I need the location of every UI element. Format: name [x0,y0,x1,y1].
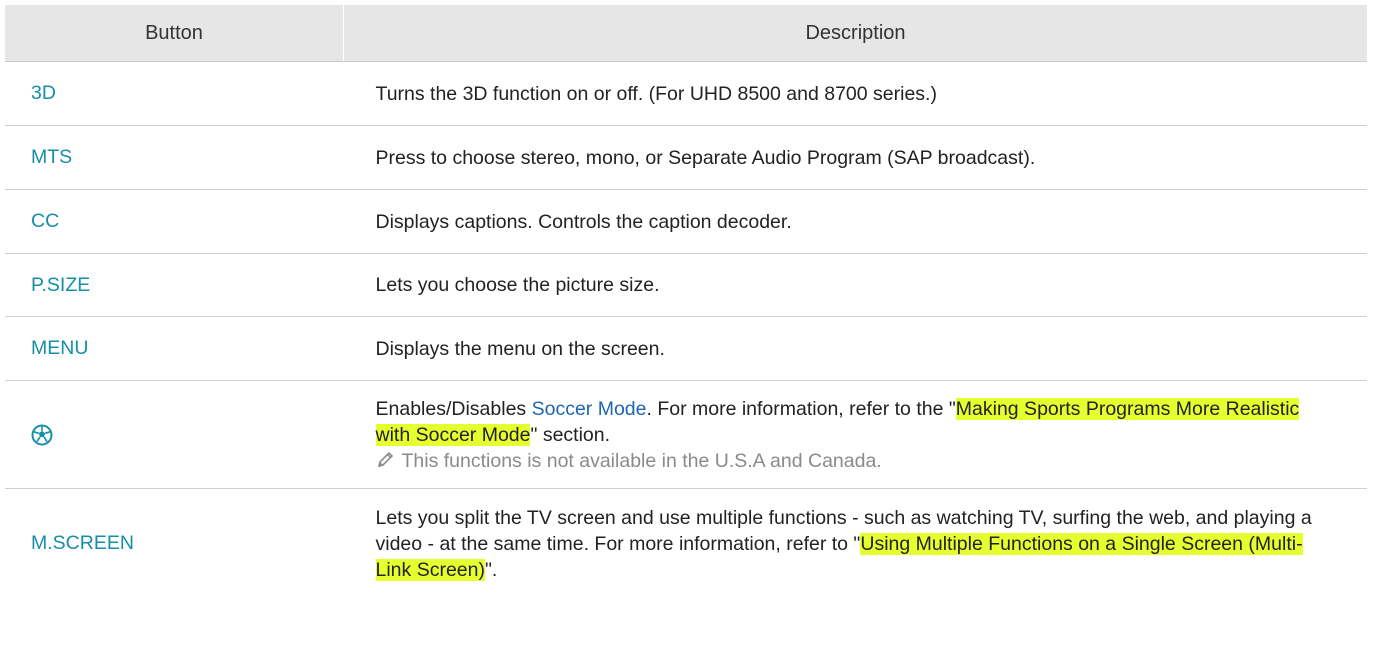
button-name: 3D [5,61,344,126]
soccer-description: Enables/Disables Soccer Mode. For more i… [375,397,1300,446]
button-name: CC [5,189,344,254]
availability-note: This functions is not available in the U… [376,448,1332,474]
button-name [5,380,344,489]
table-row: CC Displays captions. Controls the capti… [5,189,1367,254]
table-row: P.SIZE Lets you choose the picture size. [5,253,1367,317]
button-name: M.SCREEN [31,532,134,554]
button-description: Enables/Disables Soccer Mode. For more i… [343,380,1367,489]
button-description: Press to choose stereo, mono, or Separat… [343,125,1367,190]
button-name: MTS [5,125,344,190]
button-description: Lets you choose the picture size. [343,253,1367,317]
pencil-icon [376,449,396,469]
table-row: MTS Press to choose stereo, mono, or Sep… [5,125,1367,190]
soccer-mode-term: Soccer Mode [531,397,647,420]
table-row: M.SCREEN Lets you split the TV screen an… [5,489,1367,599]
button-description: Turns the 3D function on or off. (For UH… [343,61,1367,126]
button-description: Displays the menu on the screen. [343,316,1367,381]
note-text: This functions is not available in the U… [401,449,882,472]
button-name: MENU [5,316,344,381]
button-description: Lets you split the TV screen and use mul… [375,506,1312,581]
table-row: Enables/Disables Soccer Mode. For more i… [5,380,1367,489]
button-description: Displays captions. Controls the caption … [343,189,1367,254]
column-header-description: Description [343,5,1367,62]
remote-buttons-table: Button Description 3D Turns the 3D funct… [5,5,1367,598]
button-name: P.SIZE [5,253,344,317]
soccer-ball-icon [31,424,53,446]
table-row: MENU Displays the menu on the screen. [5,316,1367,381]
column-header-button: Button [5,5,344,62]
table-row: 3D Turns the 3D function on or off. (For… [5,61,1367,126]
table-header-row: Button Description [5,5,1367,62]
